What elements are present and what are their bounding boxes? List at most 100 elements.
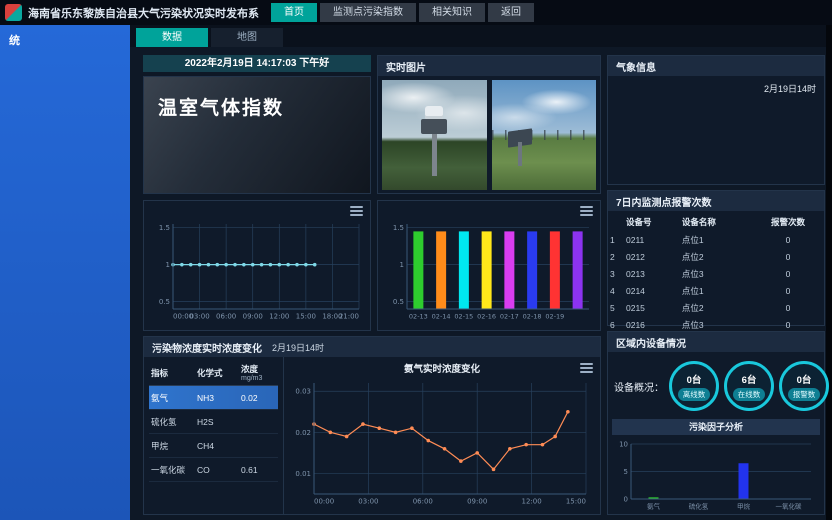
ammonia-trend-chart: 0.010.020.0300:0003:0006:0009:0012:0015:… bbox=[288, 376, 594, 508]
online-count-ring: 6台 在线数 bbox=[724, 361, 774, 411]
svg-text:一氧化碳: 一氧化碳 bbox=[776, 502, 803, 511]
svg-text:02-19: 02-19 bbox=[545, 313, 564, 321]
chart-menu-icon[interactable] bbox=[580, 363, 593, 373]
svg-text:02-18: 02-18 bbox=[523, 313, 542, 321]
monitoring-station-photo-1[interactable] bbox=[382, 80, 487, 190]
pollutant-concentration-panel: 污染物浓度实时浓度变化 2月19日14时 指标 化学式 浓度 mg/m3 氨气 … bbox=[143, 336, 601, 515]
panel-title: 实时图片 bbox=[386, 59, 426, 74]
svg-text:03:00: 03:00 bbox=[189, 313, 209, 321]
realtime-photos-panel: 实时图片 bbox=[377, 55, 601, 194]
offline-count: 0台 bbox=[687, 372, 702, 386]
svg-text:02-14: 02-14 bbox=[432, 313, 451, 321]
svg-text:0.5: 0.5 bbox=[159, 298, 170, 306]
col-indicator: 指标 bbox=[151, 367, 197, 379]
left-sidebar: 统 bbox=[0, 25, 130, 520]
svg-text:00:00: 00:00 bbox=[314, 498, 334, 506]
table-row: 10211点位10 bbox=[608, 231, 824, 248]
station-sensor bbox=[425, 106, 443, 119]
nav-item-back[interactable]: 返回 bbox=[488, 3, 534, 22]
svg-text:06:00: 06:00 bbox=[413, 498, 433, 506]
nav-item-home[interactable]: 首页 bbox=[271, 3, 317, 22]
svg-text:09:00: 09:00 bbox=[243, 313, 263, 321]
svg-text:0.03: 0.03 bbox=[295, 388, 311, 396]
tab-map[interactable]: 地图 bbox=[211, 28, 283, 47]
nav-item-knowledge[interactable]: 相关知识 bbox=[419, 3, 485, 22]
device-overview: 设备概况： 0台 离线数 6台 在线数 0台 报警数 bbox=[608, 352, 824, 417]
alarm-counts-panel: 7日内监测点报警次数 设备号 设备名称 报警次数 10211点位1020212点… bbox=[607, 190, 825, 326]
pollutant-table-header: 指标 化学式 浓度 mg/m3 bbox=[149, 360, 278, 386]
table-row: 30213点位30 bbox=[608, 265, 824, 282]
app-title-overflow: 统 bbox=[9, 35, 20, 47]
app-title: 海南省乐东黎族自治县大气污染状况实时发布系 bbox=[28, 5, 259, 21]
tab-data[interactable]: 数据 bbox=[136, 28, 208, 47]
panel-title: 区域内设备情况 bbox=[616, 335, 686, 350]
svg-text:21:00: 21:00 bbox=[339, 313, 359, 321]
daily-index-panel: 0.5 1 1.5 02-13 02-1402-15 02-16 02-17 02-1802-… bbox=[377, 200, 601, 331]
monitoring-station-photo-2[interactable] bbox=[492, 80, 597, 190]
view-tabs: 数据 地图 bbox=[130, 25, 826, 47]
dashboard-root: 海南省乐东黎族自治县大气污染状况实时发布系 首页 监测点污染指数 相关知识 返回… bbox=[0, 0, 832, 520]
svg-text:硫化氢: 硫化氢 bbox=[689, 502, 709, 511]
table-row: 40214点位10 bbox=[608, 282, 824, 299]
svg-text:02-17: 02-17 bbox=[500, 313, 519, 321]
svg-text:0.5: 0.5 bbox=[393, 298, 404, 306]
svg-text:1: 1 bbox=[166, 261, 170, 269]
pollutant-row-ch4[interactable]: 甲烷 CH4 bbox=[149, 434, 278, 458]
chart-menu-icon[interactable] bbox=[580, 206, 593, 216]
col-device-name: 设备名称 bbox=[680, 213, 752, 231]
svg-text:02-16: 02-16 bbox=[477, 313, 496, 321]
svg-text:15:00: 15:00 bbox=[566, 498, 586, 506]
col-concentration: 浓度 mg/m3 bbox=[241, 363, 281, 382]
svg-text:氨气: 氨气 bbox=[647, 502, 661, 511]
app-logo-icon bbox=[5, 4, 22, 21]
top-header: 海南省乐东黎族自治县大气污染状况实时发布系 首页 监测点污染指数 相关知识 返回 bbox=[0, 0, 832, 25]
svg-text:10: 10 bbox=[619, 441, 628, 449]
svg-text:02-15: 02-15 bbox=[454, 313, 473, 321]
greenhouse-trend-panel: 0.511.500:0003:0006:0009:0012:0015:0018:… bbox=[143, 200, 371, 331]
svg-text:0.01: 0.01 bbox=[295, 470, 311, 478]
station-pole bbox=[432, 132, 437, 176]
pollutant-row-h2s[interactable]: 硫化氢 H2S bbox=[149, 410, 278, 434]
svg-text:15:00: 15:00 bbox=[296, 313, 316, 321]
ammonia-chart-area: 氨气实时浓度变化 0.010.020.0300:0003:0006:0009:0… bbox=[284, 357, 600, 514]
svg-text:06:00: 06:00 bbox=[216, 313, 236, 321]
svg-text:0.02: 0.02 bbox=[295, 429, 311, 437]
alarm-count: 0台 bbox=[797, 372, 812, 386]
datetime-greeting: 2022年2月19日 14:17:03 下午好 bbox=[143, 55, 371, 72]
alarm-table-body: 10211点位1020212点位2030213点位3040214点位105021… bbox=[608, 231, 824, 333]
weather-timestamp: 2月19日14时 bbox=[764, 82, 816, 95]
alarm-count-ring: 0台 报警数 bbox=[779, 361, 829, 411]
chart-menu-icon[interactable] bbox=[350, 206, 363, 216]
nav-item-pollution-index[interactable]: 监测点污染指数 bbox=[320, 3, 416, 22]
pollutant-row-nh3[interactable]: 氨气 NH3 0.02 bbox=[149, 386, 278, 410]
panel-title: 污染物浓度实时浓度变化 bbox=[152, 340, 262, 355]
svg-text:1.5: 1.5 bbox=[159, 224, 170, 232]
offline-count-ring: 0台 离线数 bbox=[669, 361, 719, 411]
greenhouse-index-panel: 温室气体指数 bbox=[143, 76, 371, 194]
station-box bbox=[421, 119, 447, 134]
svg-text:甲烷: 甲烷 bbox=[737, 502, 751, 511]
svg-text:1: 1 bbox=[400, 261, 404, 269]
alarm-table-header: 设备号 设备名称 报警次数 bbox=[608, 213, 824, 231]
svg-text:02-13: 02-13 bbox=[409, 313, 428, 321]
col-formula: 化学式 bbox=[197, 367, 241, 379]
offline-label: 离线数 bbox=[678, 388, 711, 401]
table-row: 20212点位20 bbox=[608, 248, 824, 265]
table-row: 50215点位20 bbox=[608, 299, 824, 316]
svg-text:12:00: 12:00 bbox=[522, 498, 542, 506]
svg-text:03:00: 03:00 bbox=[358, 498, 378, 506]
station-pole bbox=[518, 142, 522, 166]
svg-text:1.5: 1.5 bbox=[393, 224, 404, 232]
daily-index-chart: 0.5 1 1.5 02-13 02-1402-15 02-16 02-17 02-1802-… bbox=[381, 217, 597, 323]
svg-text:0: 0 bbox=[624, 496, 628, 504]
weather-info-panel: 气象信息 2月19日14时 bbox=[607, 55, 825, 185]
panel-title: 7日内监测点报警次数 bbox=[616, 194, 712, 209]
overview-label: 设备概况： bbox=[614, 379, 664, 394]
online-label: 在线数 bbox=[733, 388, 766, 401]
panel-title: 气象信息 bbox=[616, 59, 656, 74]
panel-timestamp: 2月19日14时 bbox=[272, 341, 324, 354]
ammonia-chart-title: 氨气实时浓度变化 bbox=[404, 361, 480, 375]
svg-text:5: 5 bbox=[624, 468, 628, 476]
pollutant-row-co[interactable]: 一氧化碳 CO 0.61 bbox=[149, 458, 278, 482]
pollution-factor-title: 污染因子分析 bbox=[612, 419, 820, 435]
